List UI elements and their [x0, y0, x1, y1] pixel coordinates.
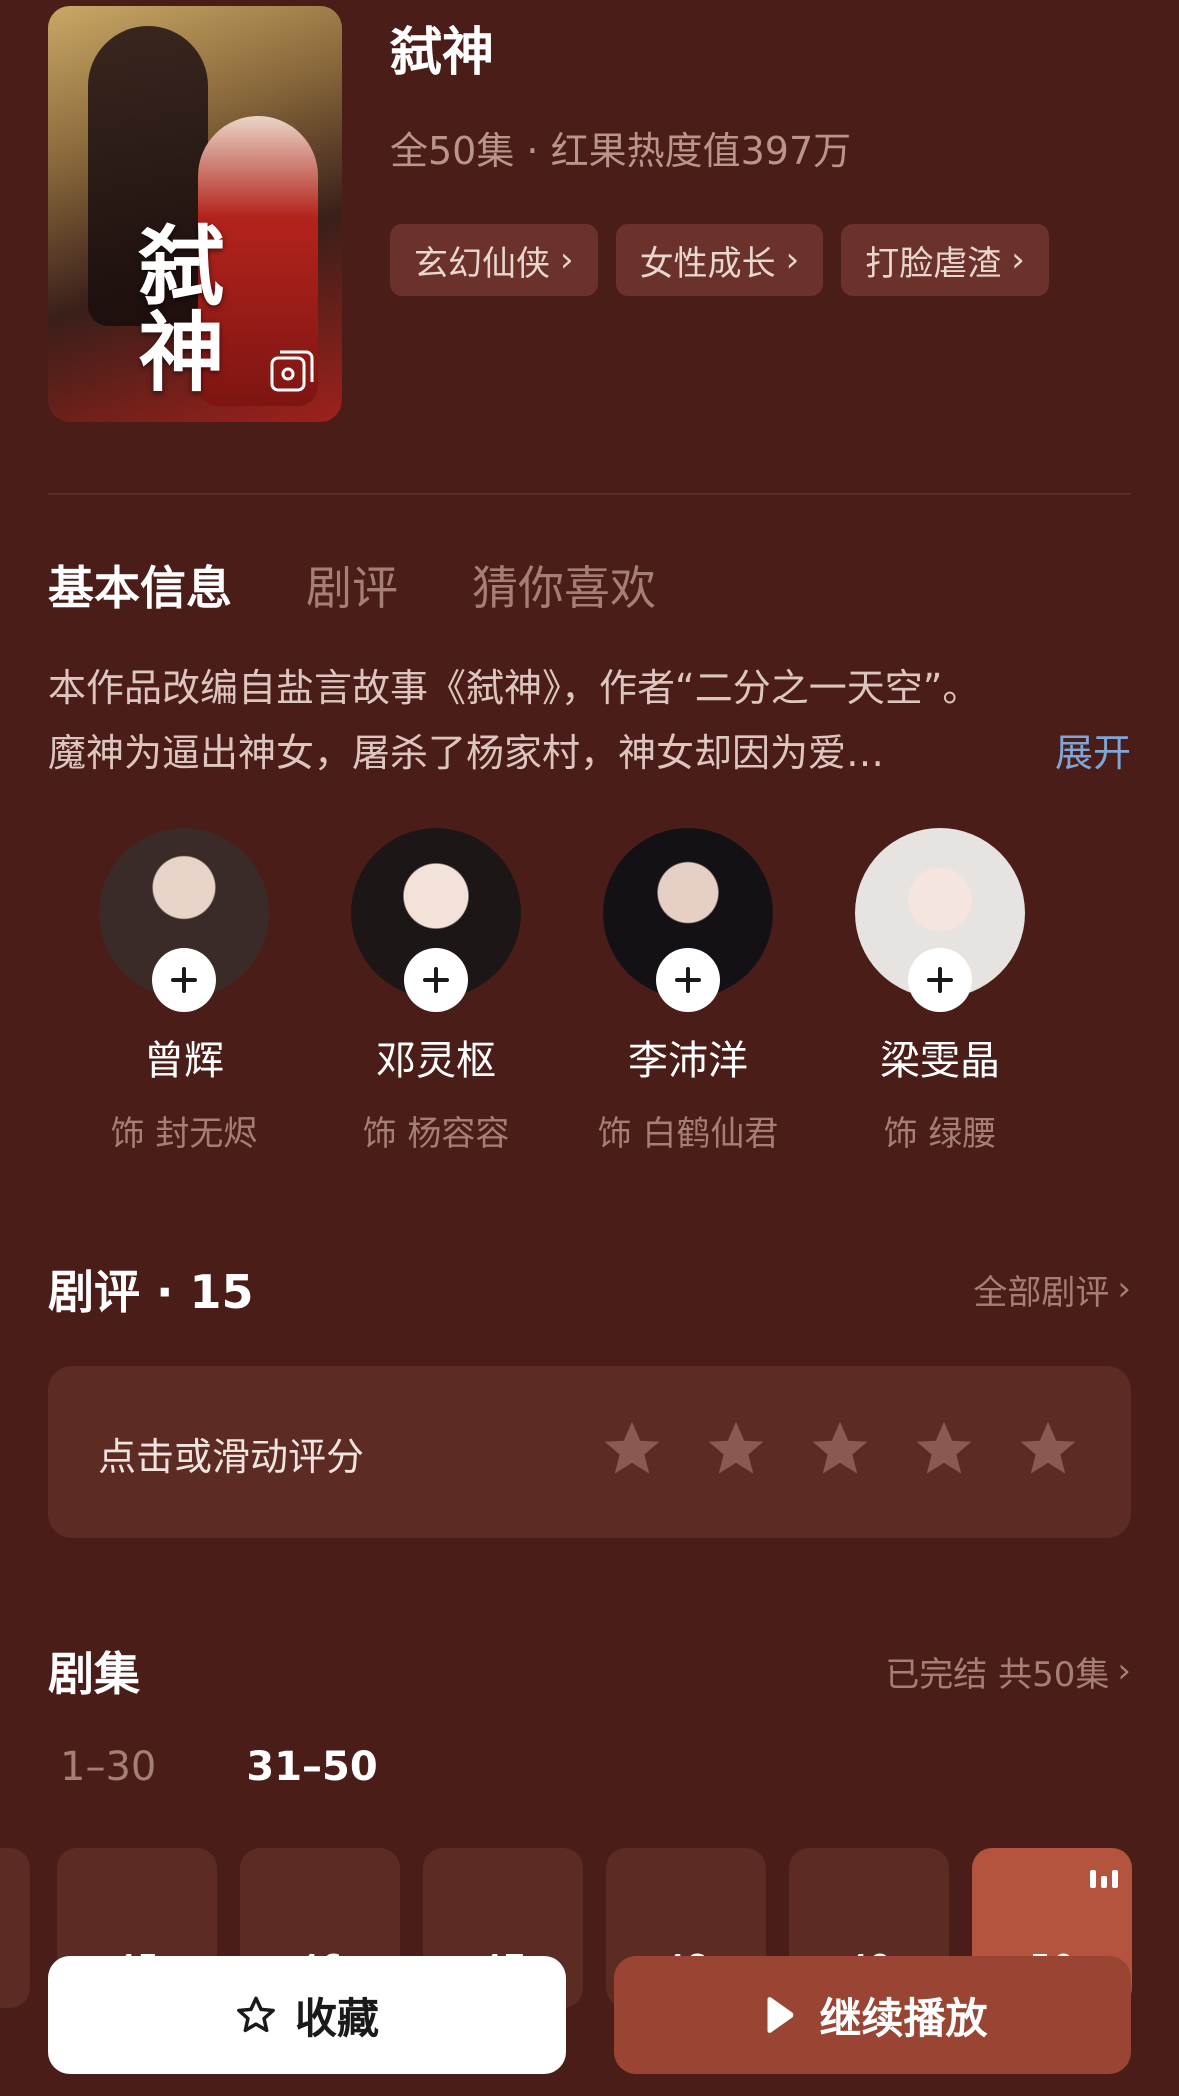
tag-chip[interactable]: 打脸虐渣 › [841, 224, 1049, 296]
star-outline-icon [237, 1996, 275, 2033]
star-icon[interactable] [1015, 1416, 1081, 1482]
tab-recommendations[interactable]: 猜你喜欢 [472, 552, 656, 618]
poster-title-calligraphy: 弑神 [123, 221, 224, 393]
follow-plus-icon[interactable] [404, 948, 468, 1012]
divider [48, 493, 1131, 495]
tab-basic-info[interactable]: 基本信息 [48, 552, 232, 618]
cast-list: 曾辉 饰 封无烬 邓灵枢 饰 杨容容 李沛洋 饰 白鹤仙君 梁雯晶 饰 绿腰 [58, 828, 1066, 1155]
star-icon[interactable] [911, 1416, 977, 1482]
episode-range-tabs: 1–30 31–50 [60, 1744, 378, 1790]
cast-role: 饰 封无烬 [110, 1114, 258, 1154]
drama-title: 弑神 [390, 23, 495, 83]
rating-hint: 点击或滑动评分 [98, 1435, 365, 1479]
star-icon[interactable] [703, 1416, 769, 1482]
detail-tabs: 基本信息 剧评 猜你喜欢 [48, 552, 656, 618]
synopsis-line-1: 本作品改编自盐言故事《弑神》，作者“二分之一天空”。 [48, 666, 981, 710]
episode-range-tab[interactable]: 31–50 [246, 1744, 377, 1790]
episode-range-tab[interactable]: 1–30 [60, 1744, 156, 1790]
synopsis-line-2: 魔神为逼出神女，屠杀了杨家村，神女却因为爱… [48, 731, 885, 775]
follow-plus-icon[interactable] [152, 948, 216, 1012]
all-reviews-link[interactable]: 全部剧评 › [973, 1265, 1131, 1314]
cast-name: 李沛洋 [628, 1038, 748, 1084]
cast-role: 饰 绿腰 [883, 1114, 997, 1154]
chevron-right-icon: › [785, 240, 800, 280]
star-icon[interactable] [807, 1416, 873, 1482]
continue-play-button[interactable]: 继续播放 [614, 1956, 1131, 2074]
follow-plus-icon[interactable] [908, 948, 972, 1012]
tag-chip[interactable]: 玄幻仙侠 › [390, 224, 598, 296]
rating-card[interactable]: 点击或滑动评分 [48, 1366, 1131, 1538]
chevron-right-icon: › [560, 240, 574, 280]
cast-member[interactable]: 李沛洋 饰 白鹤仙君 [562, 828, 814, 1155]
avatar[interactable] [99, 828, 269, 1012]
reviews-header: 剧评 · 15 全部剧评 › [48, 1256, 1131, 1322]
gallery-icon[interactable] [268, 348, 316, 396]
cast-name: 邓灵枢 [376, 1038, 496, 1084]
follow-plus-icon[interactable] [656, 948, 720, 1012]
cast-name: 梁雯晶 [880, 1038, 1000, 1084]
drama-meta: 全50集 · 红果热度值397万 [390, 129, 852, 173]
synopsis: 本作品改编自盐言故事《弑神》，作者“二分之一天空”。 魔神为逼出神女，屠杀了杨家… [48, 656, 1131, 786]
avatar[interactable] [855, 828, 1025, 1012]
now-playing-icon [1090, 1870, 1118, 1888]
avatar[interactable] [351, 828, 521, 1012]
chevron-right-icon: › [1011, 240, 1025, 280]
episodes-status-link[interactable]: 已完结 共50集 › [885, 1647, 1131, 1696]
tag-list: 玄幻仙侠 › 女性成长 › 打脸虐渣 › [390, 224, 1049, 296]
star-rating[interactable] [599, 1416, 1081, 1482]
tab-reviews[interactable]: 剧评 [306, 552, 398, 618]
bottom-action-bar: 收藏 继续播放 [0, 1948, 1179, 2096]
cast-role: 饰 杨容容 [362, 1114, 510, 1154]
cast-member[interactable]: 梁雯晶 饰 绿腰 [814, 828, 1066, 1155]
cast-member[interactable]: 邓灵枢 饰 杨容容 [310, 828, 562, 1155]
tag-chip[interactable]: 女性成长 › [615, 224, 824, 296]
favorite-button[interactable]: 收藏 [48, 1956, 566, 2074]
chevron-right-icon: › [1117, 1269, 1131, 1309]
chevron-right-icon: › [1117, 1651, 1131, 1691]
episodes-title: 剧集 [48, 1647, 140, 1701]
cast-name: 曾辉 [144, 1038, 224, 1084]
cast-role: 饰 白鹤仙君 [597, 1114, 779, 1154]
play-icon [767, 1997, 794, 2033]
reviews-title: 剧评 · 15 [48, 1265, 254, 1319]
star-icon[interactable] [599, 1416, 665, 1482]
cast-member[interactable]: 曾辉 饰 封无烬 [58, 828, 310, 1155]
episodes-header: 剧集 已完结 共50集 › [48, 1638, 1131, 1704]
drama-poster[interactable]: 弑神 [48, 6, 342, 422]
expand-link[interactable]: 展开 [1055, 721, 1131, 786]
avatar[interactable] [603, 828, 773, 1012]
